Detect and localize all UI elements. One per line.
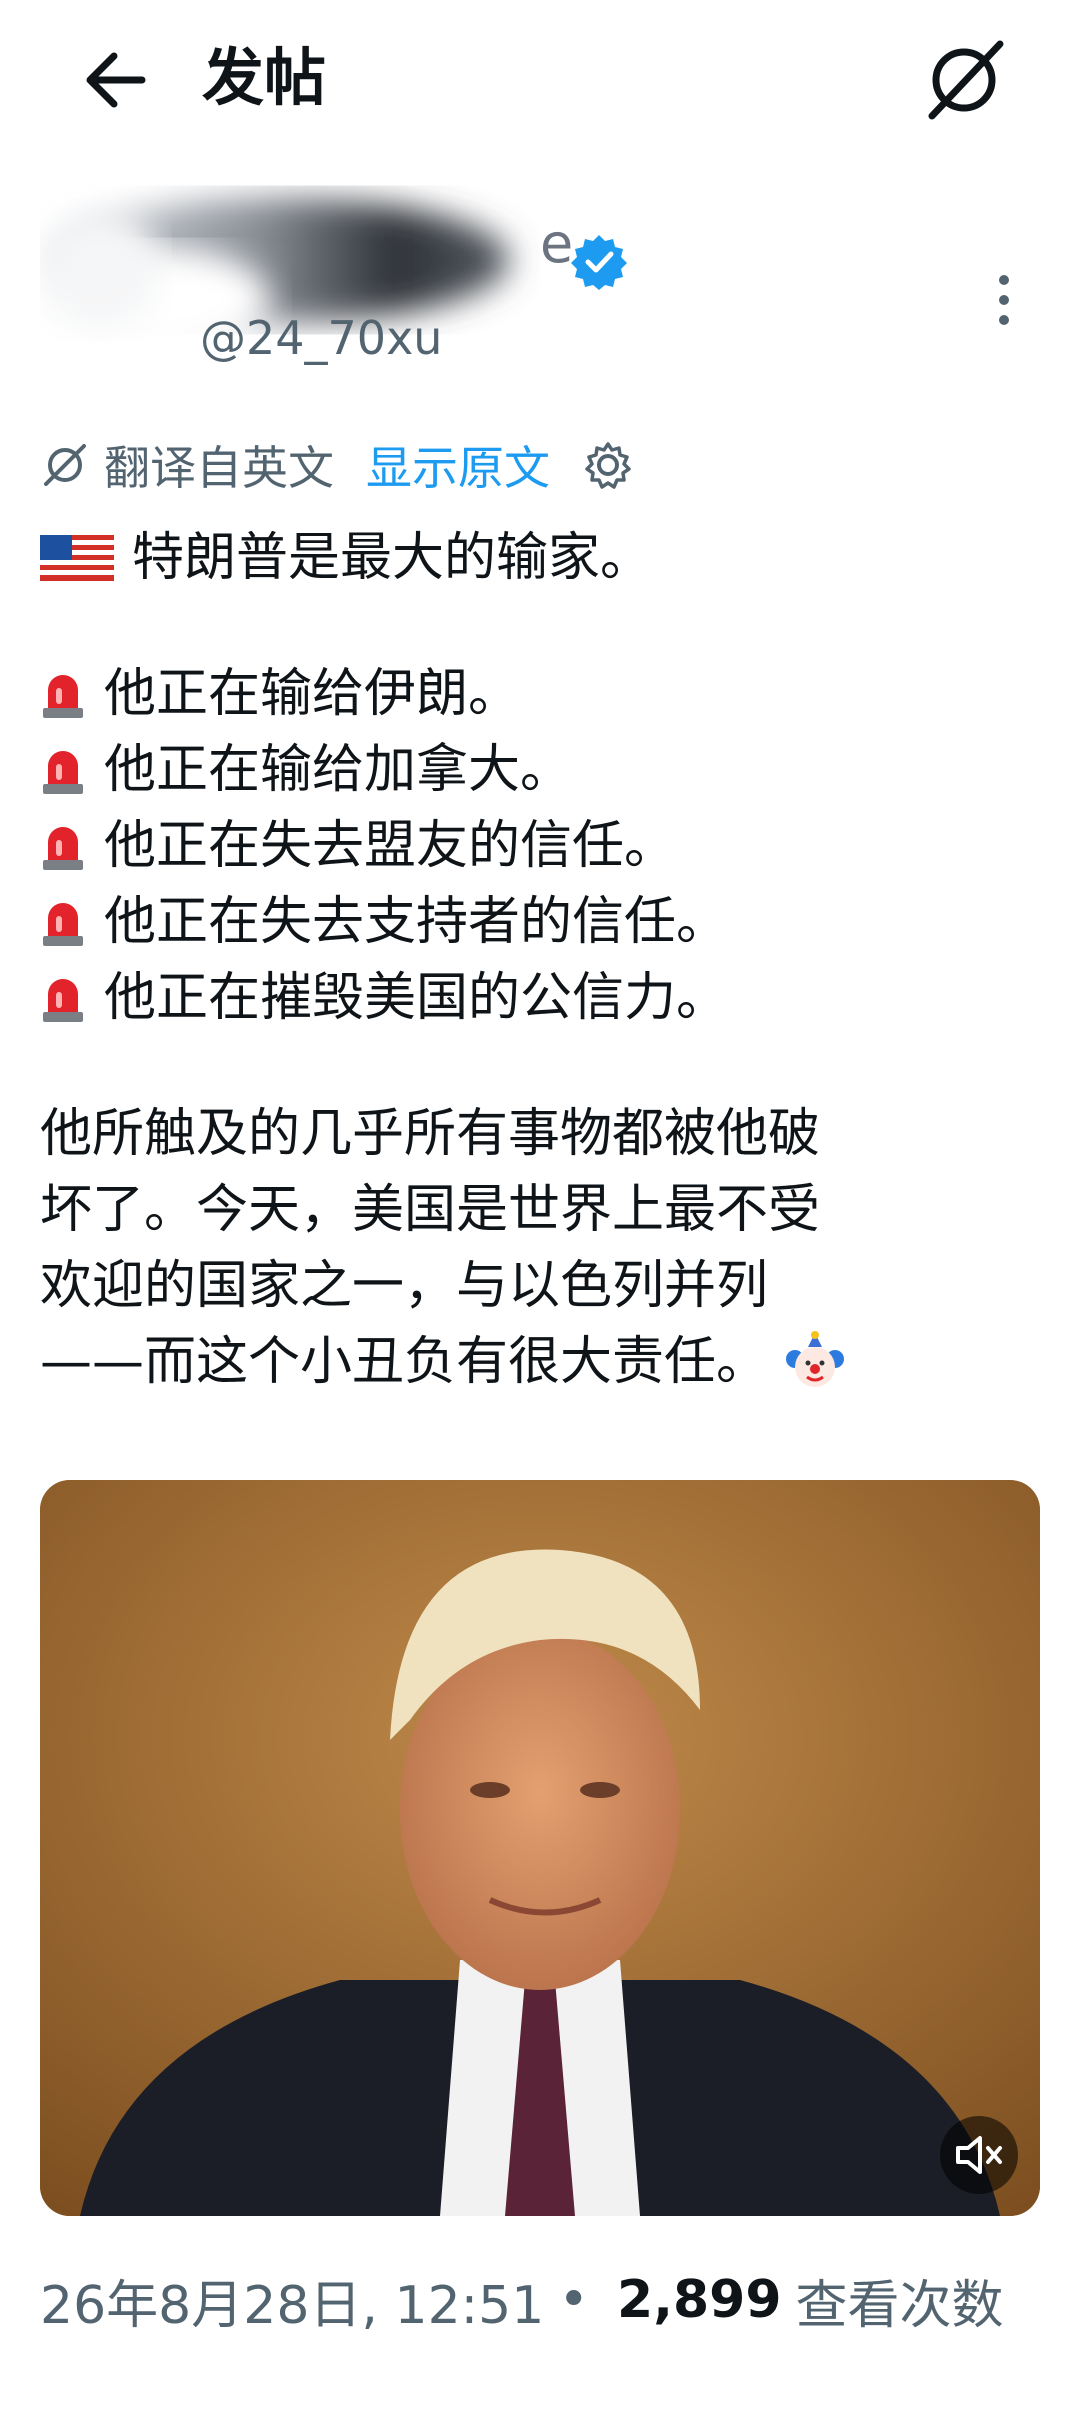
portrait-photo <box>40 1480 1040 2216</box>
list-item: 他正在摧毁美国的公信力。 <box>40 960 1040 1036</box>
view-count-label: 查看次数 <box>795 2275 1004 2336</box>
bullet-text: 他正在失去盟友的信任。 <box>104 816 677 876</box>
translate-icon <box>44 444 86 486</box>
siren-icon <box>43 979 83 1022</box>
paragraph-line: 坏了。今天，美国是世界上最不受 <box>40 1172 1040 1248</box>
paragraph-text: 坏了。今天，美国是世界上最不受 <box>40 1180 821 1240</box>
bullet-text: 他正在摧毁美国的公信力。 <box>104 968 729 1028</box>
list-item: 他正在输给加拿大。 <box>40 732 1040 808</box>
view-count: 2,899 <box>617 2270 782 2330</box>
siren-icon <box>43 827 83 870</box>
bullet-text: 他正在失去支持者的信任。 <box>104 892 729 952</box>
post-timestamp: 26年8月28日, 12:51 <box>40 2275 545 2336</box>
show-original-link[interactable]: 显示原文 <box>366 432 550 498</box>
siren-icon <box>43 675 83 718</box>
headline-text: 特朗普是最大的输家。 <box>132 528 653 588</box>
page-title: 发帖 <box>202 41 327 114</box>
mute-icon[interactable] <box>940 2116 1018 2194</box>
gear-icon[interactable] <box>582 439 634 491</box>
paragraph-line: 他所触及的几乎所有事物都被他破 <box>40 1096 1040 1172</box>
post-meta: 26年8月28日, 12:51 • 2,899 查看次数 <box>40 2260 1004 2340</box>
paragraph-line: ——而这个小丑负有很大责任。 <box>40 1324 1040 1400</box>
bullet-text: 他正在输给加拿大。 <box>104 740 573 800</box>
paragraph-text: 他所触及的几乎所有事物都被他破 <box>40 1104 821 1164</box>
paragraph-line: 欢迎的国家之一，与以色列并列 <box>40 1248 1040 1324</box>
us-flag-icon <box>40 535 114 581</box>
author-block[interactable]: e <box>40 180 1040 370</box>
list-item: 他正在失去支持者的信任。 <box>40 884 1040 960</box>
verified-badge-icon <box>571 235 627 290</box>
author-handle: @24_70xu <box>200 311 443 365</box>
post-body: 特朗普是最大的输家。 他正在输给伊朗。 他正在输给加拿大。 他正在失去盟友的信任… <box>40 520 1040 1400</box>
back-arrow-icon[interactable] <box>70 40 150 120</box>
list-item: 他正在输给伊朗。 <box>40 656 1040 732</box>
translated-label: 翻译自英文 <box>104 441 334 495</box>
meta-separator: • <box>558 2270 590 2330</box>
paragraph-text: 欢迎的国家之一，与以色列并列 <box>40 1256 769 1316</box>
post-media-image[interactable] <box>40 1480 1040 2216</box>
bullet-text: 他正在输给伊朗。 <box>104 664 521 724</box>
list-item: 他正在失去盟友的信任。 <box>40 808 1040 884</box>
translation-row: 翻译自英文 显示原文 <box>40 430 634 500</box>
siren-icon <box>43 903 83 946</box>
siren-icon <box>43 751 83 794</box>
paragraph-text: ——而这个小丑负有很大责任。 <box>40 1332 769 1392</box>
headline-line: 特朗普是最大的输家。 <box>40 520 1040 596</box>
grok-icon[interactable] <box>918 34 1010 126</box>
clown-icon <box>786 1331 845 1387</box>
top-bar: 发帖 <box>0 0 1080 160</box>
author-name: e <box>540 212 574 275</box>
more-icon[interactable] <box>992 270 1016 330</box>
